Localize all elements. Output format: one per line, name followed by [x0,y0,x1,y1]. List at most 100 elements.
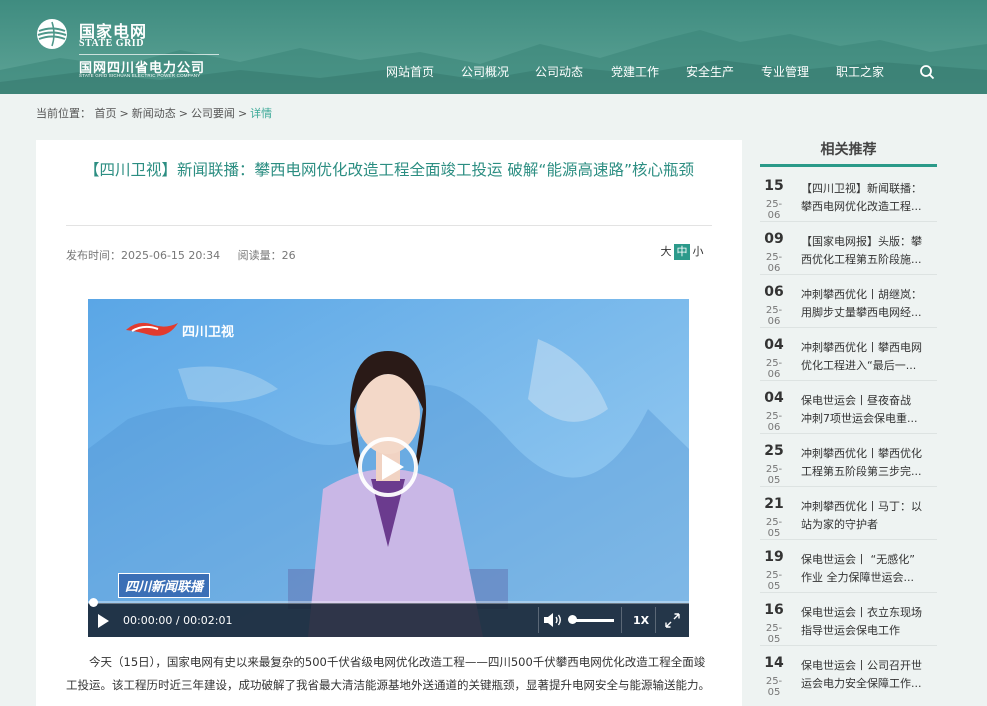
recommend-day: 15 [764,178,784,194]
state-grid-logo-icon [37,19,67,49]
sidebar-title: 相关推荐 [820,142,877,158]
recommend-title: 保电世运会丨公司召开世 [801,659,922,672]
breadcrumb: 当前位置： 首页 > 新闻动态 > 公司要闻 > 详情 [36,105,272,121]
font-size-small[interactable]: 小 [690,244,706,260]
recommend-item[interactable]: 21 25-05 冲刺攀西优化丨马丁：以 站为家的守护者 [760,487,937,540]
recommend-item[interactable]: 04 25-06 冲刺攀西优化丨攀西电网 优化工程进入“最后一... [760,328,937,381]
recommend-year-month: 25-05 [765,517,783,539]
recommend-title: 【四川卫视】新闻联播： [801,182,922,195]
nav-home[interactable]: 网站首页 [386,63,434,80]
volume-slider[interactable] [571,619,614,622]
article-body: 今天（15日），国家电网有史以来最复杂的500千伏省级电网优化改造工程——四川5… [66,655,710,692]
title-divider [66,225,712,226]
video-player[interactable]: 四川卫视 四川新闻联播 00:00:00 / 00:02:01 1X [88,299,689,637]
recommend-title: 攀西电网优化改造工程... [801,200,922,213]
program-badge: 四川新闻联播 [118,573,211,598]
nav-party[interactable]: 党建工作 [611,63,659,80]
recommend-day: 09 [764,231,784,247]
recommend-year-month: 25-06 [765,305,783,327]
recommend-title: 指导世运会保电工作 [801,624,900,637]
article-meta: 发布时间：2025-06-15 20:34 阅读量：26 [66,247,310,263]
breadcrumb-sep: > [178,107,188,120]
recommend-year-month: 25-05 [765,676,783,698]
volume-icon[interactable] [543,612,563,628]
video-time: 00:00:00 / 00:02:01 [123,614,233,627]
company-name-en: STATE GRID SICHUAN ELECTRIC POWER COMPAN… [79,73,201,78]
breadcrumb-current: 详情 [250,107,273,120]
recommend-title: 【国家电网报】头版：攀 [801,235,922,248]
recommend-title: 冲刺攀西优化丨马丁：以 [801,500,922,513]
control-play-icon[interactable] [98,614,109,628]
video-progress-bar[interactable] [88,601,689,604]
company-logo[interactable]: 国家电网 STATE GRID 国网四川省电力公司 STATE GRID SIC… [36,16,226,80]
nav-news[interactable]: 公司动态 [535,63,583,80]
recommend-year-month: 25-05 [765,464,783,486]
recommend-item[interactable]: 09 25-06 【国家电网报】头版：攀 西优化工程第五阶段施... [760,222,937,275]
recommend-item[interactable]: 25 25-05 冲刺攀西优化丨攀西优化 工程第五阶段第三步完... [760,434,937,487]
recommend-title: 工程第五阶段第三步完... [801,465,922,478]
nav-about[interactable]: 公司概况 [461,63,509,80]
video-progress-handle[interactable] [89,598,98,607]
logo-en-text: STATE GRID [79,38,144,49]
breadcrumb-prefix: 当前位置： [36,107,91,120]
control-divider [538,607,539,633]
recommend-day: 16 [764,602,784,618]
breadcrumb-home[interactable]: 首页 [95,107,117,120]
recommend-title: 冲刺攀西优化丨攀西优化 [801,447,922,460]
recommend-day: 25 [764,443,784,459]
recommend-day: 04 [764,337,784,353]
recommend-year-month: 25-05 [765,623,783,645]
recommend-day: 21 [764,496,784,512]
recommend-year-month: 25-05 [765,570,783,592]
recommend-title: 保电世运会丨昼夜奋战 [801,394,911,407]
breadcrumb-company-news[interactable]: 公司要闻 [191,107,235,120]
channel-logo: 四川卫视 [124,319,234,341]
recommend-title: 运会电力安全保障工作... [801,677,922,690]
nav-management[interactable]: 专业管理 [761,63,809,80]
recommend-item[interactable]: 14 25-05 保电世运会丨公司召开世 运会电力安全保障工作... [760,646,937,699]
channel-logo-icon [126,322,178,336]
publish-time: 发布时间：2025-06-15 20:34 [66,249,221,262]
view-count: 阅读量：26 [237,249,296,262]
play-icon[interactable] [358,437,418,497]
nav-safety[interactable]: 安全生产 [686,63,734,80]
recommend-title: 西优化工程第五阶段施... [801,253,922,266]
breadcrumb-news[interactable]: 新闻动态 [132,107,176,120]
search-icon[interactable] [919,64,935,80]
recommend-item[interactable]: 04 25-06 保电世运会丨昼夜奋战 冲刺7项世运会保电重... [760,381,937,434]
recommend-title: 冲刺攀西优化丨攀西电网 [801,341,922,354]
recommend-title: 用脚步丈量攀西电网经... [801,306,922,319]
recommend-day: 19 [764,549,784,565]
recommend-year-month: 25-06 [765,199,783,221]
volume-slider-handle[interactable] [568,615,577,624]
recommend-day: 14 [764,655,784,671]
control-divider [655,607,656,633]
article-title: 【四川卫视】新闻联播：攀西电网优化改造工程全面竣工投运 破解“能源高速路”核心瓶… [84,161,694,179]
site-header: 国家电网 STATE GRID 国网四川省电力公司 STATE GRID SIC… [0,0,987,94]
recommend-title: 作业 全力保障世运会... [801,571,914,584]
recommend-item[interactable]: 19 25-05 保电世运会丨 “无感化” 作业 全力保障世运会... [760,540,937,593]
recommend-item[interactable]: 16 25-05 保电世运会丨衣立东现场 指导世运会保电工作 [760,593,937,646]
recommend-title: 保电世运会丨衣立东现场 [801,606,922,619]
playback-speed[interactable]: 1X [633,614,649,627]
channel-name: 四川卫视 [182,325,235,340]
breadcrumb-sep: > [119,107,129,120]
recommend-title: 冲刺攀西优化丨胡继岚： [801,288,922,301]
recommend-day: 04 [764,390,784,406]
recommend-day: 06 [764,284,784,300]
recommend-year-month: 25-06 [765,411,783,433]
recommend-item[interactable]: 15 25-06 【四川卫视】新闻联播： 攀西电网优化改造工程... [760,169,937,222]
font-size-switcher: 大中小 [658,244,706,260]
recommend-item[interactable]: 06 25-06 冲刺攀西优化丨胡继岚： 用脚步丈量攀西电网经... [760,275,937,328]
font-size-large[interactable]: 大 [658,244,674,260]
recommend-year-month: 25-06 [765,252,783,274]
nav-staff[interactable]: 职工之家 [836,63,884,80]
sidebar-title-bar [760,164,937,167]
control-divider [621,607,622,633]
font-size-medium[interactable]: 中 [674,244,690,260]
recommend-year-month: 25-06 [765,358,783,380]
recommend-title: 冲刺7项世运会保电重... [801,412,918,425]
fullscreen-icon[interactable] [665,613,680,628]
breadcrumb-sep: > [237,107,248,120]
logo-divider [79,54,219,55]
